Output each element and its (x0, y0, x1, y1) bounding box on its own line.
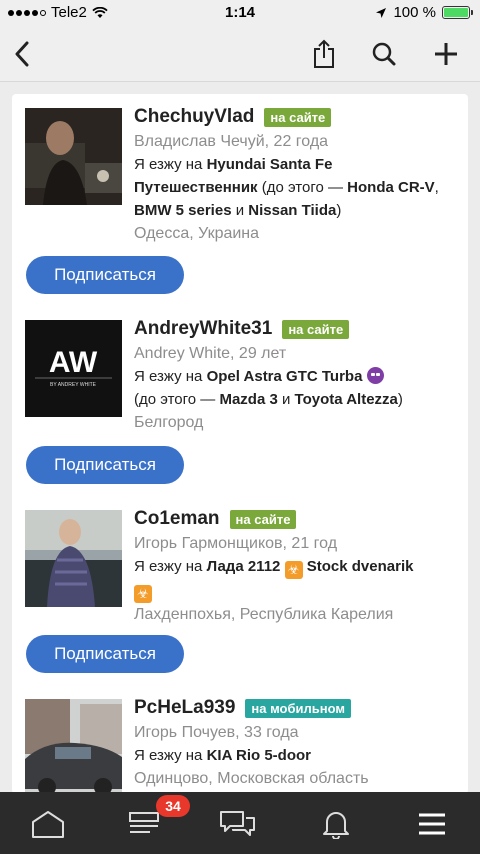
battery-percent: 100 % (393, 4, 436, 21)
avatar[interactable] (25, 510, 122, 607)
biohazard-emoji-icon: ☣ (134, 585, 152, 603)
tab-menu[interactable] (402, 804, 462, 844)
car-link[interactable]: Mazda 3 (219, 391, 277, 408)
battery-icon (442, 6, 473, 19)
tab-notifications[interactable] (306, 804, 366, 844)
car-link[interactable]: Hyundai Santa Fe (207, 156, 333, 173)
car-link[interactable]: Лада 2112 (207, 558, 281, 575)
biohazard-emoji-icon: ☣ (284, 561, 303, 579)
location-arrow-icon (376, 7, 387, 18)
car-link[interactable]: Nissan Tiida (248, 202, 336, 219)
username[interactable]: AndreyWhite31 (134, 318, 272, 340)
avatar[interactable] (25, 699, 122, 794)
user-info: ChechuyVlad на сайте Владислав Чечуй, 22… (134, 104, 458, 245)
follow-button[interactable]: Подписаться (26, 635, 184, 673)
avatar[interactable] (25, 108, 122, 205)
devil-emoji-icon (366, 367, 384, 384)
username[interactable]: ChechuyVlad (134, 106, 254, 128)
real-name: Игорь Почуев, 33 года (134, 724, 299, 741)
avatar[interactable]: AW BY ANDREY WHITE (25, 320, 122, 417)
users-list: ChechuyVlad на сайте Владислав Чечуй, 22… (12, 94, 468, 794)
nav-bar (0, 26, 480, 82)
user-info: AndreyWhite31 на сайте Andrey White, 29 … (134, 316, 458, 434)
follow-button[interactable]: Подписаться (26, 256, 184, 294)
location: Одесса, Украина (134, 225, 260, 242)
status-badge: на мобильном (245, 698, 351, 718)
tab-home[interactable] (18, 804, 78, 844)
hamburger-menu-icon (419, 813, 445, 835)
tab-messages[interactable] (208, 804, 268, 844)
real-name: Игорь Гармонщиков, 21 год (134, 535, 338, 552)
username[interactable]: Co1eman (134, 508, 220, 530)
status-badge: на сайте (282, 319, 350, 339)
car-link[interactable]: KIA Rio 5-door (207, 747, 311, 764)
svg-text:AW: AW (49, 346, 98, 379)
plus-icon (435, 43, 457, 65)
status-badge: на сайте (264, 107, 332, 127)
cars-text: Я езжу на KIA Rio 5-door (134, 747, 311, 764)
status-bar: Tele2 1:14 100 % (0, 0, 480, 26)
status-badge: на сайте (229, 509, 297, 529)
share-button[interactable] (304, 34, 344, 74)
real-name: Andrey White, 29 лет (134, 345, 287, 362)
feed-icon (129, 812, 159, 833)
status-right: 100 % (375, 4, 473, 21)
back-button[interactable] (2, 34, 42, 74)
location: Лахденпохья, Республика Карелия (134, 606, 394, 623)
home-icon (32, 811, 64, 838)
add-button[interactable] (426, 34, 466, 74)
notification-count-badge: 34 (156, 795, 190, 817)
follow-button[interactable]: Подписаться (26, 446, 184, 484)
user-info: Co1eman на сайте Игорь Гармонщиков, 21 г… (134, 506, 458, 626)
cars-text: Я езжу на Opel Astra GTC Turba (до этого… (134, 367, 403, 408)
chevron-left-icon (15, 41, 29, 67)
location: Белгород (134, 414, 204, 431)
share-icon (314, 39, 334, 68)
search-icon (372, 42, 396, 66)
car-link[interactable]: Honda CR-V (347, 179, 435, 196)
location: Одинцово, Московская область (134, 770, 369, 787)
chat-icon (220, 811, 255, 836)
cars-text: Я езжу на Лада 2112 ☣ Stock dvenarik ☣ (134, 558, 414, 603)
svg-text:BY ANDREY WHITE: BY ANDREY WHITE (50, 382, 97, 388)
car-link[interactable]: Toyota Altezza (295, 391, 398, 408)
car-link[interactable]: Stock dvenarik (307, 558, 414, 575)
car-link[interactable]: Путешественник (134, 179, 258, 196)
tab-bar: 34 (0, 792, 480, 854)
bell-icon (323, 812, 349, 839)
search-button[interactable] (364, 34, 404, 74)
username[interactable]: PcHeLa939 (134, 697, 235, 719)
car-link[interactable]: Opel Astra GTC Turba (207, 368, 363, 385)
user-info: PcHeLa939 на мобильном Игорь Почуев, 33 … (134, 695, 458, 790)
car-link[interactable]: BMW 5 series (134, 202, 232, 219)
real-name: Владислав Чечуй, 22 года (134, 133, 329, 150)
cars-text: Я езжу на Hyundai Santa Fe Путешественни… (134, 156, 439, 219)
